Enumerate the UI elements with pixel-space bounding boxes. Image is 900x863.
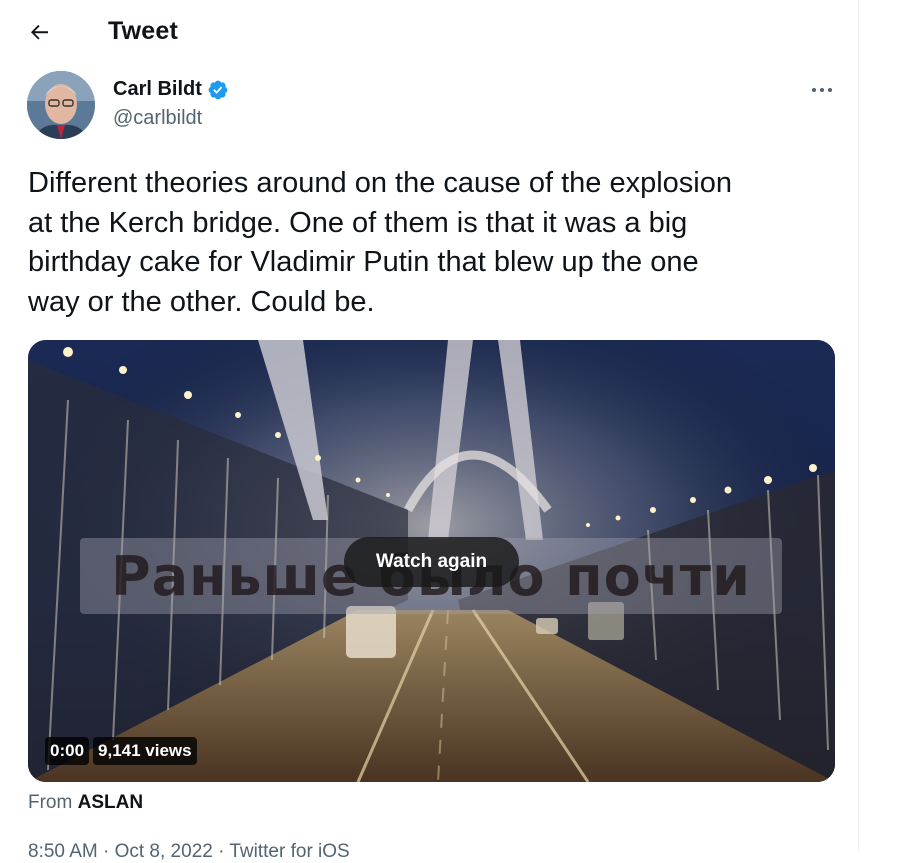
video-time: 0:00: [45, 737, 90, 765]
video-views: 9,141 views: [93, 737, 197, 765]
author-name[interactable]: Carl Bildt: [113, 78, 229, 101]
page-title: Tweet: [108, 17, 178, 45]
tweet-detail-column: Tweet Carl Bildt @carlbildt Different th…: [0, 0, 859, 862]
source-link[interactable]: ASLAN: [78, 792, 143, 813]
arrow-left-icon: [31, 24, 48, 40]
video-player[interactable]: Раньше было почти Watch again 0:00 9,141…: [28, 340, 835, 782]
avatar[interactable]: [27, 71, 95, 139]
more-options-button[interactable]: [808, 78, 836, 102]
video-stats: 0:00 9,141 views: [45, 737, 197, 765]
more-horizontal-icon: [812, 88, 832, 92]
author-handle[interactable]: @carlbildt: [113, 107, 202, 130]
tweet-timestamp[interactable]: 8:50 AM · Oct 8, 2022 · Twitter for iOS: [28, 841, 350, 863]
verified-badge-icon: [208, 80, 228, 99]
back-button[interactable]: [22, 14, 58, 50]
tweet-text: Different theories around on the cause o…: [28, 167, 732, 318]
media-source: From ASLAN: [28, 792, 143, 814]
watch-again-button[interactable]: Watch again: [344, 537, 519, 587]
page-header: Tweet: [0, 0, 858, 64]
source-prefix: From: [28, 792, 73, 813]
author-display-name: Carl Bildt: [113, 78, 202, 100]
